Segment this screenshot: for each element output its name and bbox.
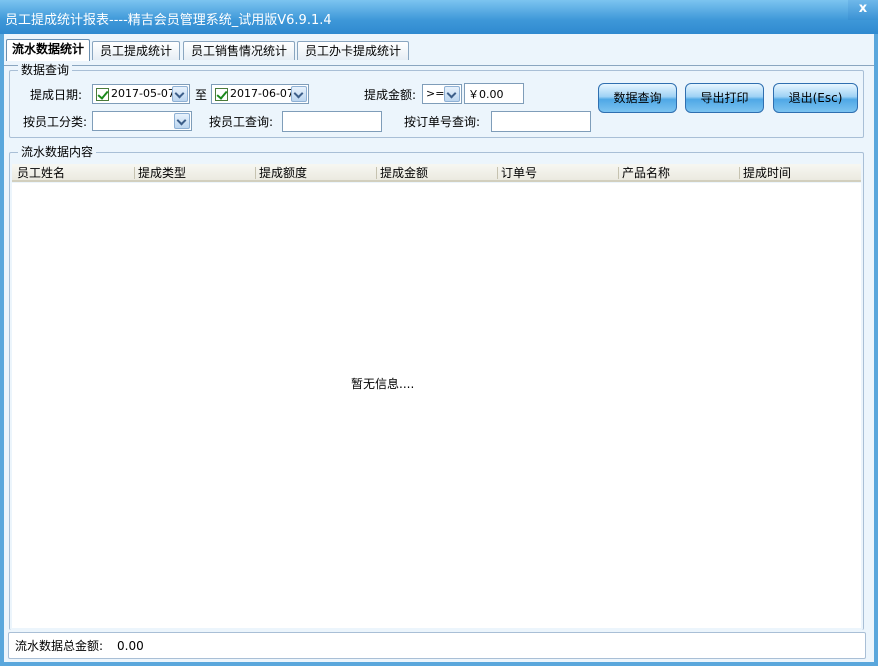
to-label: 至 — [195, 88, 208, 102]
column-header-employee-name[interactable]: 员工姓名 — [17, 165, 65, 181]
status-bar: 流水数据总金额: 0.00 — [8, 632, 866, 659]
column-header-commission-time[interactable]: 提成时间 — [743, 165, 791, 181]
operator-select[interactable]: >= — [422, 84, 462, 104]
total-value: 0.00 — [117, 639, 144, 653]
tab-card-commission[interactable]: 员工办卡提成统计 — [297, 41, 409, 60]
employee-input[interactable] — [282, 111, 382, 132]
start-date-value: 2017-05-07 — [111, 87, 175, 100]
column-separator[interactable] — [255, 167, 256, 179]
column-separator[interactable] — [134, 167, 135, 179]
empty-message: 暂无信息.... — [351, 377, 415, 391]
total-label: 流水数据总金额: — [15, 639, 104, 653]
order-label: 按订单号查询: — [404, 115, 481, 129]
chevron-down-icon[interactable] — [444, 86, 460, 102]
employee-label: 按员工查询: — [209, 115, 274, 129]
tab-flow-stats[interactable]: 流水数据统计 — [6, 39, 90, 61]
column-header-order-number[interactable]: 订单号 — [501, 165, 537, 181]
chevron-down-icon[interactable] — [172, 86, 188, 102]
column-separator[interactable] — [739, 167, 740, 179]
chevron-down-icon[interactable] — [174, 113, 190, 129]
title-bar[interactable]: 员工提成统计报表----精吉会员管理系统_试用版V6.9.1.4 x — [0, 0, 878, 34]
exit-button[interactable]: 退出(Esc) — [773, 83, 858, 113]
start-date-checkbox[interactable] — [96, 88, 109, 101]
chevron-down-icon[interactable] — [291, 86, 307, 102]
grid-header: 员工姓名 提成类型 提成额度 提成金额 订单号 产品名称 提成时间 — [12, 164, 861, 182]
tab-employee-sales[interactable]: 员工销售情况统计 — [183, 41, 295, 60]
column-header-product-name[interactable]: 产品名称 — [622, 165, 670, 181]
search-button[interactable]: 数据查询 — [598, 83, 677, 113]
column-header-commission-type[interactable]: 提成类型 — [138, 165, 186, 181]
column-header-commission-rate[interactable]: 提成额度 — [259, 165, 307, 181]
export-print-button[interactable]: 导出打印 — [685, 83, 764, 113]
tab-strip: 流水数据统计 员工提成统计 员工销售情况统计 员工办卡提成统计 — [4, 39, 874, 66]
query-group: 数据查询 提成日期: 2017-05-07 至 2017-06-07 提成金额:… — [9, 63, 864, 138]
end-date-picker[interactable]: 2017-06-07 — [211, 84, 309, 104]
client-area: 流水数据统计 员工提成统计 员工销售情况统计 员工办卡提成统计 数据查询 提成日… — [4, 34, 874, 662]
category-select[interactable] — [92, 111, 192, 131]
tab-employee-commission[interactable]: 员工提成统计 — [92, 41, 180, 60]
amount-input[interactable]: ￥0.00 — [464, 83, 524, 104]
amount-label: 提成金额: — [364, 88, 417, 102]
window-title: 员工提成统计报表----精吉会员管理系统_试用版V6.9.1.4 — [5, 13, 332, 28]
end-date-value: 2017-06-07 — [230, 87, 294, 100]
close-button[interactable]: x — [848, 0, 878, 20]
content-group-title: 流水数据内容 — [18, 145, 97, 159]
window: 员工提成统计报表----精吉会员管理系统_试用版V6.9.1.4 x 流水数据统… — [0, 0, 878, 666]
operator-value: >= — [426, 87, 445, 100]
start-date-picker[interactable]: 2017-05-07 — [92, 84, 190, 104]
date-label: 提成日期: — [30, 88, 83, 102]
category-label: 按员工分类: — [23, 115, 88, 129]
tab-divider — [4, 65, 874, 66]
column-header-commission-amount[interactable]: 提成金额 — [380, 165, 428, 181]
column-separator[interactable] — [376, 167, 377, 179]
query-group-title: 数据查询 — [18, 63, 73, 77]
end-date-checkbox[interactable] — [215, 88, 228, 101]
column-separator[interactable] — [618, 167, 619, 179]
column-separator[interactable] — [497, 167, 498, 179]
order-input[interactable] — [491, 111, 591, 132]
data-grid[interactable]: 暂无信息.... — [12, 183, 861, 628]
